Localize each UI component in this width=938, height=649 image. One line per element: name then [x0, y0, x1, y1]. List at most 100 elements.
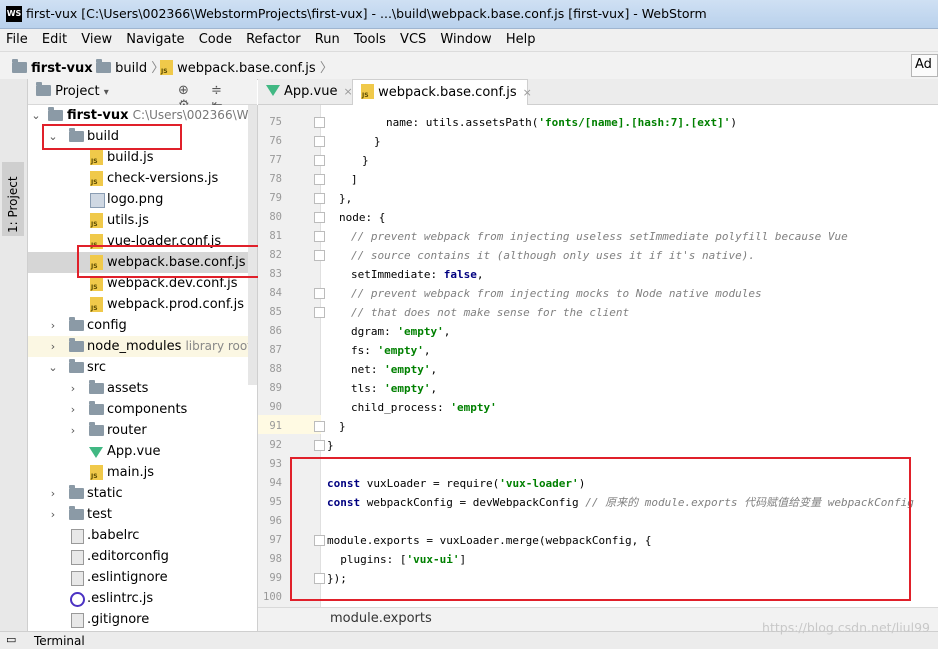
project-view-selector[interactable]: Project ▾: [36, 82, 109, 99]
tab-webpack-base-conf[interactable]: webpack.base.conf.js ×: [352, 79, 532, 106]
fold-marker[interactable]: [314, 307, 325, 318]
code-line-84: // prevent webpack from injecting mocks …: [351, 287, 762, 300]
menu-navigate[interactable]: Navigate: [120, 29, 188, 47]
tree-item-eslintrc[interactable]: .eslintrc.js: [28, 588, 257, 609]
highlight-box-code: [290, 457, 911, 601]
tree-item-assets[interactable]: › assets: [28, 378, 257, 399]
fold-marker[interactable]: [314, 231, 325, 242]
code-line-89: tls: 'empty',: [351, 382, 438, 395]
tree-item-label: assets: [107, 381, 149, 396]
tree-item-webpack-prod-conf[interactable]: webpack.prod.conf.js: [28, 294, 257, 315]
fold-marker[interactable]: [314, 440, 325, 451]
tree-item-app-vue[interactable]: App.vue: [28, 441, 257, 462]
tree-item-src[interactable]: ⌄ src: [28, 357, 257, 378]
tree-item-config[interactable]: › config: [28, 315, 257, 336]
menu-tools[interactable]: Tools: [348, 29, 390, 47]
breadcrumb-file-label: webpack.base.conf.js: [177, 61, 316, 76]
project-panel-header: Project ▾ ⊕ ≑ ⚙ ⇤: [28, 79, 257, 113]
tree-item-babelrc[interactable]: .babelrc: [28, 525, 257, 546]
tree-item-router[interactable]: › router: [28, 420, 257, 441]
tree-item-label: router: [107, 423, 147, 438]
chevron-right-icon[interactable]: ›: [48, 483, 58, 504]
fold-marker[interactable]: [314, 250, 325, 261]
tree-item-label: .babelrc: [87, 528, 140, 543]
add-configuration-button[interactable]: Ad: [911, 54, 938, 77]
folder-icon: [48, 107, 63, 121]
menu-refactor[interactable]: Refactor: [240, 29, 305, 47]
line-number: 99: [269, 572, 282, 584]
terminal-tab[interactable]: Terminal: [34, 634, 85, 648]
chevron-right-icon[interactable]: ›: [68, 399, 78, 420]
tree-item-eslintignore[interactable]: .eslintignore: [28, 567, 257, 588]
breadcrumb-build[interactable]: build 〉: [96, 57, 164, 76]
tree-item-gitignore[interactable]: .gitignore: [28, 609, 257, 630]
window-title: first-vux [C:\Users\002366\WebstormProje…: [26, 6, 707, 21]
line-number: 98: [269, 553, 282, 565]
tree-item-test[interactable]: › test: [28, 504, 257, 525]
fold-marker[interactable]: [314, 421, 325, 432]
code-line-91: }: [339, 420, 346, 433]
menu-view[interactable]: View: [75, 29, 116, 47]
menu-window[interactable]: Window: [434, 29, 495, 47]
chevron-right-icon[interactable]: ›: [48, 315, 58, 336]
chevron-right-icon[interactable]: ›: [48, 336, 58, 357]
code-line-81: // prevent webpack from injecting useles…: [351, 230, 848, 243]
fold-marker[interactable]: [314, 212, 325, 223]
menu-code[interactable]: Code: [193, 29, 236, 47]
watermark: https://blog.csdn.net/liul99: [762, 620, 930, 635]
code-line-80: node: {: [339, 211, 386, 224]
tree-item-utils[interactable]: utils.js: [28, 210, 257, 231]
tree-item-editorconfig[interactable]: .editorconfig: [28, 546, 257, 567]
fold-marker[interactable]: [314, 155, 325, 166]
chevron-down-icon[interactable]: ⌄: [31, 105, 41, 126]
js-file-icon: [90, 297, 103, 312]
chevron-right-icon[interactable]: ›: [68, 378, 78, 399]
tool-windows-icon[interactable]: ▭: [6, 633, 16, 646]
chevron-right-icon: 〉: [319, 61, 333, 76]
tree-root[interactable]: ⌄ first-vux C:\Users\002366\Webs: [28, 105, 257, 126]
tree-item-label: webpack.prod.conf.js: [107, 297, 245, 312]
menu-file[interactable]: File: [0, 29, 32, 47]
menu-vcs[interactable]: VCS: [394, 29, 430, 47]
title-bar: WS first-vux [C:\Users\002366\WebstormPr…: [0, 0, 938, 29]
tree-item-label: test: [87, 507, 112, 522]
tab-label: App.vue: [284, 84, 338, 99]
fold-marker[interactable]: [314, 136, 325, 147]
tree-item-label: App.vue: [107, 444, 161, 459]
tree-item-static[interactable]: › static: [28, 483, 257, 504]
fold-marker[interactable]: [314, 174, 325, 185]
js-file-icon: [90, 171, 103, 186]
project-view-label: Project: [55, 84, 100, 99]
vue-file-icon: [89, 447, 103, 458]
chevron-right-icon[interactable]: ›: [68, 420, 78, 441]
tree-item-label: utils.js: [107, 213, 149, 228]
tree-item-components[interactable]: › components: [28, 399, 257, 420]
menu-edit[interactable]: Edit: [36, 29, 71, 47]
menu-run[interactable]: Run: [309, 29, 344, 47]
project-tool-tab[interactable]: 1: Project: [6, 176, 20, 233]
fold-marker[interactable]: [314, 288, 325, 299]
tree-item-check-versions[interactable]: check-versions.js: [28, 168, 257, 189]
tab-app-vue[interactable]: App.vue ×: [258, 79, 353, 104]
tree-item-build-js[interactable]: build.js: [28, 147, 257, 168]
project-tree[interactable]: ⌄ first-vux C:\Users\002366\Webs ⌄ build…: [28, 105, 258, 631]
line-number: 86: [269, 325, 282, 337]
fold-marker[interactable]: [314, 193, 325, 204]
tree-item-main-js[interactable]: main.js: [28, 462, 257, 483]
folder-icon: [36, 82, 51, 96]
close-icon[interactable]: ×: [523, 86, 532, 99]
code-line-85: // that does not make sense for the clie…: [351, 306, 630, 319]
chevron-down-icon[interactable]: ⌄: [48, 357, 58, 378]
tree-root-path: C:\Users\002366\Webs: [132, 108, 258, 122]
fold-marker[interactable]: [314, 117, 325, 128]
chevron-right-icon[interactable]: ›: [48, 504, 58, 525]
line-number: 97: [269, 534, 282, 546]
structure-breadcrumb[interactable]: module.exports: [330, 611, 432, 626]
folder-icon: [89, 380, 104, 394]
menu-help[interactable]: Help: [500, 29, 540, 47]
breadcrumb-file[interactable]: webpack.base.conf.js 〉: [160, 57, 333, 76]
tree-item-logo[interactable]: logo.png: [28, 189, 257, 210]
code-line-76: }: [374, 135, 381, 148]
line-number: 100: [263, 591, 282, 603]
tree-item-node-modules[interactable]: › node_modules library root: [28, 336, 257, 357]
